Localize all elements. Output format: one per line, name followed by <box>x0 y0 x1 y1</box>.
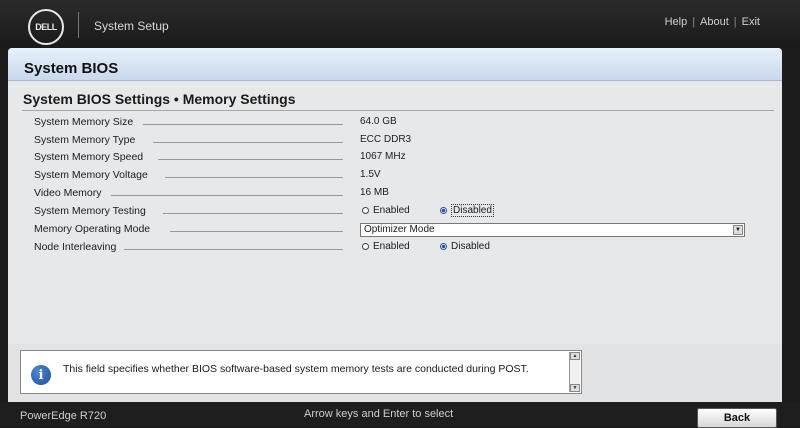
select-value: Optimizer Mode <box>364 224 435 235</box>
top-header: DELL System Setup Help | About | Exit <box>0 0 800 48</box>
setting-label: Video Memory <box>34 187 102 199</box>
page-title: System BIOS Settings • Memory Settings <box>23 91 296 107</box>
radio-on-icon <box>440 243 447 250</box>
help-text: This field specifies whether BIOS softwa… <box>63 363 529 375</box>
leader-line <box>158 159 343 160</box>
setting-row-memory-voltage: System Memory Voltage 1.5V <box>8 169 782 187</box>
setting-value: ECC DDR3 <box>360 134 412 145</box>
setting-row-node-interleaving: Node Interleaving Enabled Disabled <box>8 241 782 259</box>
back-button[interactable]: Back <box>697 408 777 428</box>
node-interleaving-enabled-radio[interactable]: Enabled <box>362 241 410 252</box>
main-panel: System BIOS System BIOS Settings • Memor… <box>8 48 782 344</box>
leader-line <box>143 124 343 125</box>
exit-link[interactable]: Exit <box>742 16 760 28</box>
setting-row-memory-speed: System Memory Speed 1067 MHz <box>8 151 782 169</box>
setting-row-memory-testing: System Memory Testing Enabled Disabled <box>8 204 782 223</box>
panel-title: System BIOS <box>24 60 119 77</box>
leader-line <box>170 231 343 232</box>
memory-operating-mode-select[interactable]: Optimizer Mode ▼ <box>360 223 745 237</box>
radio-off-icon <box>362 243 369 250</box>
setting-row-memory-size: System Memory Size 64.0 GB <box>8 116 782 134</box>
radio-label: Enabled <box>373 205 410 216</box>
radio-off-icon <box>362 207 369 214</box>
help-link[interactable]: Help <box>665 16 688 28</box>
radio-label: Disabled <box>451 241 490 252</box>
scroll-down-icon[interactable]: ▼ <box>570 384 580 392</box>
radio-label: Enabled <box>373 241 410 252</box>
setting-label: Node Interleaving <box>34 241 117 253</box>
setting-row-memory-type: System Memory Type ECC DDR3 <box>8 134 782 152</box>
setting-row-operating-mode: Memory Operating Mode Optimizer Mode ▼ <box>8 223 782 241</box>
leader-line <box>165 177 343 178</box>
node-interleaving-disabled-radio[interactable]: Disabled <box>440 241 490 252</box>
app-title: System Setup <box>94 19 169 33</box>
setting-value: 1067 MHz <box>360 151 406 162</box>
setting-value: 16 MB <box>360 187 389 198</box>
setting-label: System Memory Type <box>34 134 136 146</box>
header-links: Help | About | Exit <box>665 16 760 28</box>
memory-testing-enabled-radio[interactable]: Enabled <box>362 205 410 216</box>
setting-label: Memory Operating Mode <box>34 223 151 235</box>
header-divider <box>78 12 79 38</box>
navigation-hint: Arrow keys and Enter to select <box>304 408 454 420</box>
dropdown-arrow-icon[interactable]: ▼ <box>733 225 743 235</box>
link-separator: | <box>692 16 696 28</box>
setting-label: System Memory Testing <box>34 205 146 217</box>
setting-value: 64.0 GB <box>360 116 397 127</box>
setting-label: System Memory Size <box>34 116 134 128</box>
setting-label: System Memory Voltage <box>34 169 148 181</box>
section-divider <box>22 110 774 111</box>
help-area: i This field specifies whether BIOS soft… <box>8 344 782 402</box>
setting-row-video-memory: Video Memory 16 MB <box>8 187 782 205</box>
help-box: i This field specifies whether BIOS soft… <box>20 350 582 394</box>
scroll-up-icon[interactable]: ▲ <box>570 352 580 360</box>
system-model: PowerEdge R720 <box>20 410 107 422</box>
radio-label: Disabled <box>451 204 494 217</box>
help-scrollbar[interactable]: ▲ ▼ <box>569 352 580 392</box>
dell-logo: DELL <box>28 9 64 45</box>
setting-label: System Memory Speed <box>34 151 144 163</box>
memory-testing-disabled-radio[interactable]: Disabled <box>440 204 494 217</box>
info-icon: i <box>31 365 51 385</box>
panel-title-bar: System BIOS <box>8 48 782 81</box>
leader-line <box>111 195 343 196</box>
leader-line <box>163 213 343 214</box>
about-link[interactable]: About <box>700 16 729 28</box>
leader-line <box>124 249 343 250</box>
setting-value: 1.5V <box>360 169 381 180</box>
link-separator: | <box>733 16 737 28</box>
footer-bar: PowerEdge R720 Arrow keys and Enter to s… <box>0 402 800 428</box>
radio-on-icon <box>440 207 447 214</box>
leader-line <box>153 142 343 143</box>
